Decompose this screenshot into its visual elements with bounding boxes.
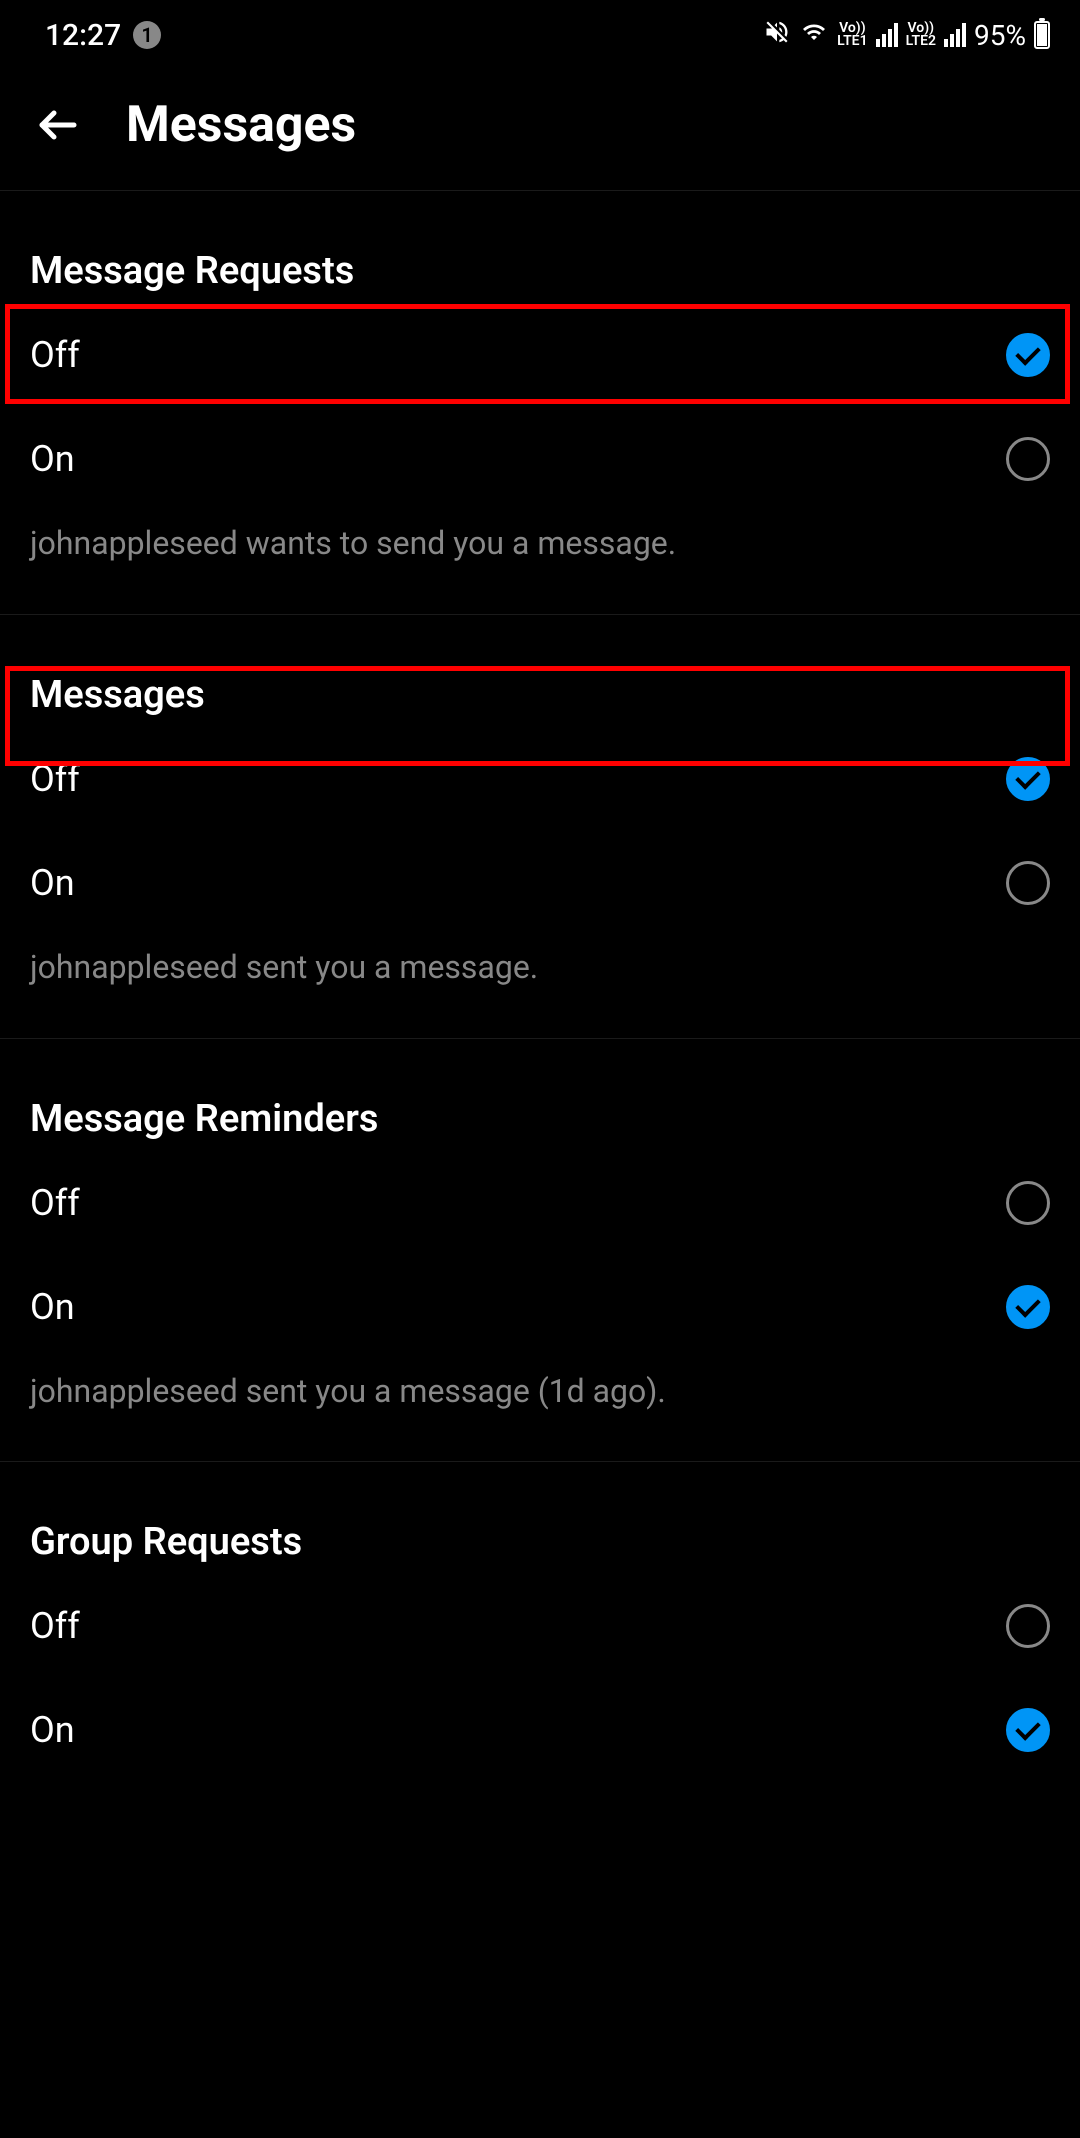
section-title: Messages (30, 615, 1050, 727)
section-title: Group Requests (30, 1462, 1050, 1574)
signal-bars-2 (944, 23, 966, 47)
helper-text: johnappleseed sent you a message. (30, 935, 1050, 1038)
page-title: Messages (126, 96, 356, 154)
option-on[interactable]: On (30, 1255, 1050, 1359)
option-label: Off (30, 758, 80, 800)
helper-text: johnappleseed wants to send you a messag… (30, 511, 1050, 614)
lte1-indicator: Vo)) LTE1 (837, 22, 867, 47)
notification-badge: 1 (133, 21, 161, 49)
back-button[interactable] (30, 97, 86, 153)
radio-unchecked-icon (1006, 1604, 1050, 1648)
header: Messages (0, 70, 1080, 190)
option-on[interactable]: On (30, 1678, 1050, 1782)
radio-unchecked-icon (1006, 861, 1050, 905)
section-title: Message Reminders (30, 1039, 1050, 1151)
section-message-requests: Message Requests Off On johnappleseed wa… (0, 191, 1080, 614)
option-label: On (30, 1286, 75, 1328)
section-title: Message Requests (30, 191, 1050, 303)
helper-text: johnappleseed sent you a message (1d ago… (30, 1359, 1050, 1462)
option-on[interactable]: On (30, 831, 1050, 935)
signal-bars-1 (876, 23, 898, 47)
option-label: Off (30, 1182, 80, 1224)
battery-percent: 95% (974, 19, 1026, 52)
section-message-reminders: Message Reminders Off On johnappleseed s… (0, 1039, 1080, 1462)
section-group-requests: Group Requests Off On (0, 1462, 1080, 1782)
radio-unchecked-icon (1006, 1181, 1050, 1225)
option-off[interactable]: Off (30, 303, 1050, 407)
status-right: Vo)) LTE1 Vo)) LTE2 95% (763, 18, 1050, 52)
option-off[interactable]: Off (30, 1151, 1050, 1255)
radio-checked-icon (1006, 333, 1050, 377)
option-label: On (30, 438, 75, 480)
option-label: Off (30, 1605, 80, 1647)
option-label: Off (30, 334, 80, 376)
mute-icon (763, 18, 791, 52)
radio-checked-icon (1006, 757, 1050, 801)
status-bar: 12:27 1 Vo)) LTE1 Vo)) LTE2 95% (0, 0, 1080, 70)
section-messages: Messages Off On johnappleseed sent you a… (0, 615, 1080, 1038)
wifi-icon (799, 20, 829, 50)
status-left: 12:27 1 (45, 18, 161, 53)
option-on[interactable]: On (30, 407, 1050, 511)
radio-unchecked-icon (1006, 437, 1050, 481)
option-label: On (30, 1709, 75, 1751)
radio-checked-icon (1006, 1708, 1050, 1752)
lte2-indicator: Vo)) LTE2 (906, 22, 936, 47)
option-off[interactable]: Off (30, 1574, 1050, 1678)
option-label: On (30, 862, 75, 904)
battery-icon (1034, 21, 1050, 49)
status-time: 12:27 (45, 18, 121, 53)
radio-checked-icon (1006, 1285, 1050, 1329)
content: Message Requests Off On johnappleseed wa… (0, 191, 1080, 1782)
option-off[interactable]: Off (30, 727, 1050, 831)
